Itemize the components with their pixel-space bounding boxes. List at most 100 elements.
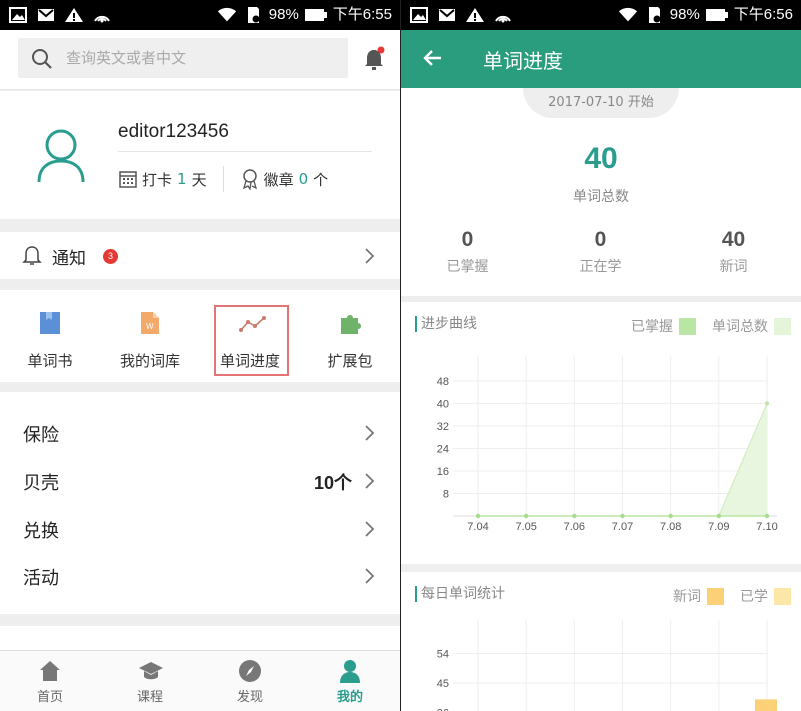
shell-count: 10个: [313, 473, 352, 493]
x-tick-label: 7.10: [756, 521, 777, 533]
tab-me[interactable]: 我的: [300, 651, 400, 711]
total-words: 40: [584, 142, 618, 175]
bell-icon: [22, 246, 42, 265]
grid-item-my-wordbank[interactable]: W 我的词库: [100, 290, 200, 382]
image-icon: [410, 7, 428, 23]
feature-grid: 单词书 W 我的词库 单词进度 扩展包: [0, 290, 400, 382]
notification-count-badge: 3: [103, 249, 118, 264]
user-icon: [340, 660, 360, 683]
menu-item-activity[interactable]: 活动: [0, 552, 400, 600]
y-tick-label: 45: [437, 678, 449, 690]
tab-label: 首页: [36, 690, 63, 705]
data-point-mastered: [716, 513, 722, 519]
battery-icon: [304, 9, 327, 21]
notification-bell-icon[interactable]: [362, 46, 386, 72]
back-arrow-icon[interactable]: [421, 46, 445, 70]
y-tick-label: 40: [437, 398, 449, 410]
word-progress-screen: 98% 下午6:56 单词进度 2017-07-10 开始 40 单词总数 0 …: [401, 0, 801, 711]
home-icon: [40, 661, 60, 681]
chevron-right-icon: [365, 521, 375, 537]
grid-item-extension-pack[interactable]: 扩展包: [300, 290, 400, 382]
chevron-right-icon: [365, 248, 375, 264]
sd-card-icon: [247, 7, 260, 23]
search-box[interactable]: [18, 38, 348, 78]
y-tick-label: 48: [437, 376, 449, 388]
profile-stats: 打卡 1 天 徽章 0 个: [118, 166, 328, 192]
tab-label: 发现: [236, 690, 263, 705]
warning-icon: [466, 8, 484, 22]
bar-new-words: [755, 699, 777, 711]
start-date: 2017-07-10 开始: [523, 88, 679, 118]
y-tick-label: 54: [437, 649, 449, 661]
grid-item-label: 单词书: [27, 352, 73, 370]
stat-new: 40 新词: [667, 228, 800, 276]
total-words-label: 单词总数: [573, 189, 629, 205]
x-tick-label: 7.07: [612, 521, 633, 533]
menu-item-label: 活动: [23, 568, 59, 589]
wifi-icon: [618, 7, 637, 22]
daily-chart: 36 45 54: [437, 620, 777, 711]
x-tick-label: 7.09: [708, 521, 729, 533]
badge-unit: 个: [313, 170, 329, 189]
y-tick-label: 16: [437, 466, 449, 478]
y-tick-label: 24: [437, 443, 449, 455]
profile-screen: 98% 下午6:55 editor123456 打卡 1 天 徽章 0 个 通知: [0, 0, 400, 711]
avatar-icon[interactable]: [36, 127, 86, 183]
data-point-mastered: [668, 513, 673, 519]
menu-item-label: 保险: [23, 425, 59, 446]
battery-icon: [705, 9, 728, 21]
menu-item-insurance[interactable]: 保险: [0, 409, 400, 457]
y-tick-label: 36: [437, 708, 449, 711]
data-point-mastered: [475, 513, 481, 519]
stat-label: 已掌握: [446, 259, 489, 275]
checkin-days: 1: [177, 170, 187, 188]
divider: [222, 166, 224, 192]
tab-label: 我的: [336, 690, 363, 705]
x-tick-label: 7.05: [515, 521, 536, 533]
stat-label: 正在学: [579, 259, 622, 275]
data-point-mastered: [572, 513, 577, 519]
tab-courses[interactable]: 课程: [100, 651, 200, 711]
data-point-mastered: [620, 513, 625, 519]
profile-card[interactable]: editor123456 打卡 1 天 徽章 0 个: [0, 91, 400, 219]
checkin-label: 打卡: [142, 170, 173, 189]
stat-value: 0: [461, 228, 474, 251]
mail-icon: [439, 9, 455, 21]
x-tick-label: 7.04: [467, 521, 488, 533]
compass-icon: [239, 660, 261, 682]
menu-item-label: 贝壳: [23, 473, 59, 494]
grid-item-label: 我的词库: [119, 352, 180, 370]
status-bar: 98% 下午6:55: [0, 0, 400, 30]
battery-percent: 98%: [669, 6, 700, 23]
badge-count: 0: [298, 170, 309, 188]
grid-item-wordbook[interactable]: 单词书: [0, 290, 100, 382]
grid-item-label: 扩展包: [327, 352, 373, 370]
signal-arc-icon: [94, 15, 110, 23]
notification-row[interactable]: 通知 3: [0, 232, 400, 279]
search-input[interactable]: [66, 46, 336, 70]
tab-home[interactable]: 首页: [0, 651, 100, 711]
chevron-right-icon: [365, 473, 375, 489]
page-title: 单词进度: [483, 49, 563, 73]
wifi-icon: [217, 7, 236, 22]
signal-arc-icon: [495, 15, 511, 23]
x-tick-label: 7.06: [564, 521, 585, 533]
menu-item-label: 兑换: [23, 521, 59, 542]
calendar-icon: [119, 171, 137, 188]
stat-value: 0: [594, 228, 607, 251]
search-header: [0, 30, 400, 90]
chevron-right-icon: [365, 425, 375, 441]
mail-icon: [38, 9, 54, 21]
menu-list: 保险 贝壳 10个 兑换 活动: [0, 392, 400, 614]
sd-card-icon: [648, 7, 661, 23]
menu-item-shells[interactable]: 贝壳 10个: [0, 457, 400, 505]
badge-label: 徽章: [263, 170, 294, 189]
bottom-tab-bar: 首页 课程 发现 我的: [0, 650, 400, 711]
username: editor123456: [118, 121, 229, 142]
data-point-total: [764, 401, 770, 406]
battery-percent: 98%: [268, 6, 299, 23]
menu-section-partial: [0, 626, 400, 650]
data-point-mastered: [523, 513, 529, 519]
menu-item-redeem[interactable]: 兑换: [0, 505, 400, 553]
tab-discover[interactable]: 发现: [200, 651, 300, 711]
